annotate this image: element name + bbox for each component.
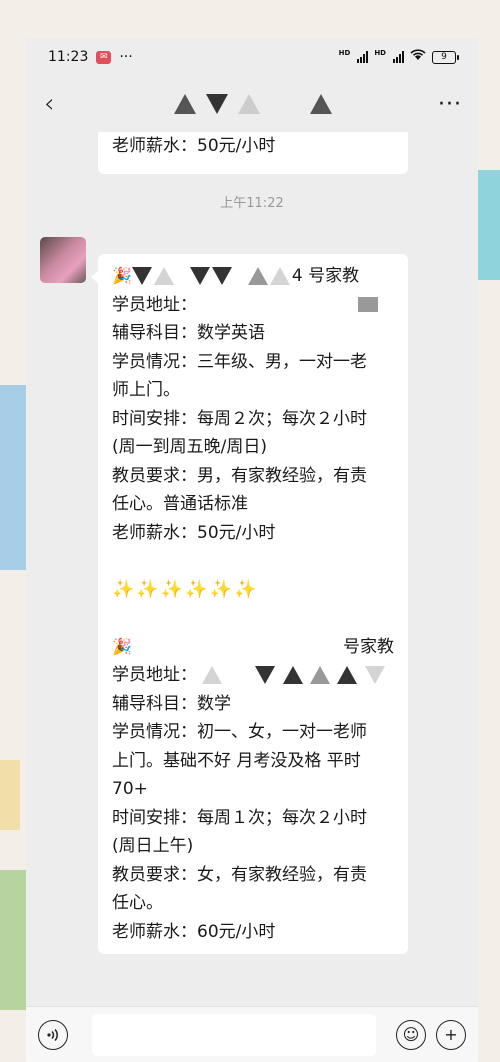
chat-area[interactable]: 老师薪水：50元/小时 上午11:22 🎉 4 号家教 学员地址： 辅导科目：数… — [26, 132, 478, 1006]
redaction-mark — [269, 267, 290, 286]
redaction-mark — [310, 94, 332, 114]
salary-line-1: 老师薪水：50元/小时 — [112, 522, 276, 543]
situation-line-1b: 师上门。 — [112, 380, 180, 400]
emoji-icon[interactable]: ☺ — [396, 1019, 426, 1050]
requirement-line-2b: 任心。 — [112, 893, 163, 913]
requirement-line-2a: 教员要求：女，有家教经验，有责 — [112, 864, 367, 885]
signal-icon-2 — [393, 51, 404, 63]
hd-badge: HD — [338, 49, 351, 57]
schedule-line-1a: 时间安排：每周２次；每次２小时 — [112, 408, 367, 429]
redaction-mark — [131, 267, 152, 286]
input-bar: ☺ + — [26, 1006, 478, 1062]
address-label-2: 学员地址： — [112, 665, 197, 685]
redaction-mark — [337, 666, 358, 684]
status-bar: 11:23 ✉ ··· HD HD 9 — [26, 38, 478, 76]
voice-input-icon[interactable] — [38, 1019, 68, 1050]
redaction-mark — [206, 94, 228, 114]
status-more-icon: ··· — [119, 49, 133, 65]
redaction-mark — [238, 94, 260, 114]
header-suffix-1: 4 号家教 — [291, 266, 360, 286]
schedule-line-2b: (周日上午) — [112, 836, 194, 856]
message-timestamp: 上午11:22 — [220, 196, 284, 211]
address-label-1: 学员地址： — [112, 294, 197, 315]
signal-icon — [357, 51, 369, 63]
battery-icon: 9 — [432, 50, 459, 64]
redaction-mark — [189, 267, 210, 286]
subject-line-1: 辅导科目：数学英语 — [112, 323, 265, 343]
party-popper-icon: 🎉 — [112, 636, 132, 656]
situation-line-1a: 学员情况：三年级、男，一对一老 — [112, 351, 367, 372]
situation-line-2a: 学员情况：初一、女，一对一老师 — [112, 722, 367, 742]
redaction-mark — [174, 94, 196, 114]
redaction-mark — [202, 666, 223, 684]
redaction-mark — [255, 666, 276, 684]
situation-line-2b: 上门。基础不好 月考没及格 平时 — [112, 750, 361, 771]
wifi-icon — [410, 49, 426, 65]
address-line-1: 学员地址： — [112, 291, 394, 320]
schedule-line-1b: (周一到周五晚/周日) — [112, 437, 267, 457]
address-line-2: 学员地址： — [112, 661, 394, 690]
chat-title-redacted — [174, 94, 332, 114]
hd-badge-2: HD — [374, 49, 386, 57]
message-header-1: 🎉 4 号家教 — [112, 262, 394, 291]
schedule-line-2a: 时间安排：每周１次；每次２小时 — [112, 807, 367, 828]
notification-icon: ✉ — [96, 50, 112, 64]
redaction-mark — [247, 267, 268, 286]
decor-cyan-band — [478, 170, 500, 280]
chat-header: ‹ ··· — [26, 76, 478, 132]
sparkles-line: ✨✨✨✨✨✨ — [112, 578, 259, 600]
redaction-mark — [282, 666, 303, 684]
redaction-mark — [153, 267, 174, 286]
phone-screen: 11:23 ✉ ··· HD HD 9 ‹ ··· 老师薪水：50元/小时 上午… — [26, 38, 478, 1062]
requirement-line-1a: 教员要求：男，有家教经验，有责 — [112, 465, 367, 486]
subject-line-2: 辅导科目：数学 — [112, 693, 231, 714]
salary-line-2: 老师薪水：60元/小时 — [112, 921, 276, 942]
decor-yellow-band — [0, 760, 20, 830]
back-arrow-icon[interactable]: ‹ — [44, 89, 68, 119]
redaction-mark — [211, 267, 232, 286]
decor-green-band — [0, 870, 28, 1010]
more-options-icon[interactable]: ··· — [438, 92, 462, 117]
sender-avatar[interactable] — [40, 237, 86, 283]
message-bubble[interactable]: 🎉 4 号家教 学员地址： 辅导科目：数学英语 学员情况：三年级、男，一对一老 … — [91, 254, 408, 954]
redaction-mark — [364, 666, 385, 684]
status-time: 11:23 — [48, 49, 89, 65]
previous-message-bubble[interactable]: 老师薪水：50元/小时 — [98, 132, 408, 174]
party-popper-icon: 🎉 — [112, 266, 132, 285]
add-plus-icon[interactable]: + — [436, 1019, 466, 1050]
situation-line-2c: 70+ — [112, 779, 148, 799]
message-input[interactable] — [92, 1013, 376, 1056]
redaction-mark — [310, 666, 331, 684]
redaction-box — [357, 297, 378, 312]
requirement-line-1b: 任心。普通话标准 — [112, 494, 248, 514]
header-suffix-2: 号家教 — [343, 636, 394, 657]
previous-message-salary: 老师薪水：50元/小时 — [112, 136, 276, 156]
message-header-2: 🎉 号家教 — [112, 633, 394, 662]
